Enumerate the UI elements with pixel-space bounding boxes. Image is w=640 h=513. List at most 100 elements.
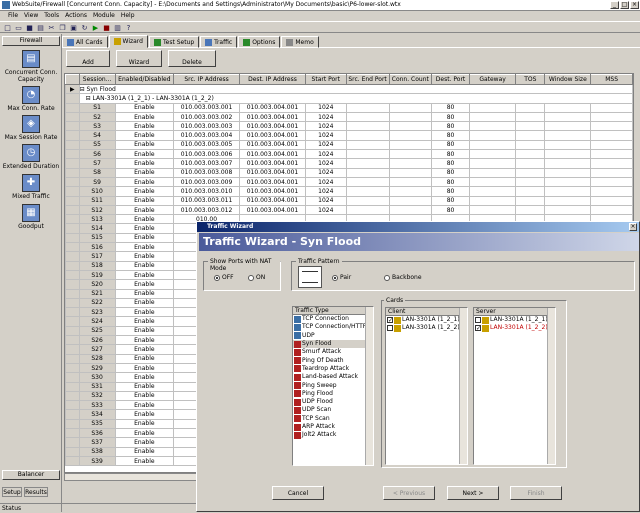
- table-cell[interactable]: 010.003.004.001: [239, 167, 306, 178]
- sidebar-item-extended-duration[interactable]: ◷ Extended Duration: [2, 144, 60, 170]
- table-cell[interactable]: 80: [431, 186, 470, 197]
- col-tos[interactable]: TOS: [515, 74, 546, 85]
- previous-button[interactable]: < Previous: [383, 486, 435, 500]
- table-row[interactable]: S9 Enable 010.003.003.009 010.003.004.001 10…: [65, 176, 633, 188]
- menu-view[interactable]: View: [24, 11, 38, 21]
- table-cell[interactable]: S17: [78, 251, 116, 262]
- table-cell[interactable]: S5: [78, 139, 116, 151]
- table-cell[interactable]: 1024: [304, 158, 347, 169]
- table-cell[interactable]: S16: [78, 242, 116, 253]
- table-cell[interactable]: 1024: [304, 149, 347, 160]
- table-cell[interactable]: [345, 176, 390, 188]
- table-cell[interactable]: S12: [78, 204, 116, 216]
- list-item[interactable]: UDP Scan: [293, 406, 373, 414]
- table-cell[interactable]: [345, 139, 390, 151]
- table-cell[interactable]: Enable: [114, 334, 175, 346]
- table-cell[interactable]: [345, 167, 390, 178]
- close-button[interactable]: ×: [630, 1, 639, 9]
- col-session[interactable]: Session...: [78, 74, 116, 85]
- table-cell[interactable]: 80: [431, 158, 470, 169]
- table-cell[interactable]: [468, 139, 517, 151]
- table-cell[interactable]: 010.003.004.001: [239, 130, 306, 141]
- tab-setup[interactable]: Setup: [2, 487, 22, 497]
- table-row[interactable]: S3 Enable 010.003.003.003 010.003.004.001 10…: [65, 121, 633, 132]
- checkbox[interactable]: [387, 325, 393, 332]
- table-cell[interactable]: Enable: [114, 102, 175, 113]
- menu-actions[interactable]: Actions: [65, 11, 87, 21]
- list-item[interactable]: Ping Of Death: [293, 356, 373, 365]
- table-cell[interactable]: [544, 176, 592, 188]
- table-cell[interactable]: [468, 158, 517, 169]
- table-cell[interactable]: Enable: [114, 418, 175, 430]
- table-cell[interactable]: 010.003.004.001: [239, 204, 306, 216]
- table-cell[interactable]: 1024: [304, 130, 347, 141]
- table-cell[interactable]: 80: [431, 149, 470, 160]
- col-mss[interactable]: MSS: [590, 74, 633, 85]
- table-cell[interactable]: [590, 167, 633, 178]
- col-dest-ip[interactable]: Dest. IP Address: [239, 74, 306, 85]
- cut-icon[interactable]: ✂: [47, 23, 56, 32]
- table-cell[interactable]: S23: [78, 307, 116, 318]
- table-cell[interactable]: Enable: [114, 149, 175, 160]
- table-cell[interactable]: Enable: [114, 288, 175, 299]
- list-item[interactable]: UDP: [293, 332, 373, 340]
- list-item[interactable]: Teardrop Attack: [293, 365, 373, 373]
- open-icon[interactable]: ▭: [14, 23, 23, 32]
- table-cell[interactable]: [544, 186, 592, 197]
- list-item[interactable]: TCP Connection/HTTP: [293, 323, 373, 331]
- table-cell[interactable]: [468, 186, 517, 197]
- table-cell[interactable]: [590, 149, 633, 160]
- table-cell[interactable]: Enable: [114, 390, 175, 402]
- col-src-ip[interactable]: Src. IP Address: [173, 74, 241, 85]
- table-cell[interactable]: [468, 204, 517, 216]
- table-cell[interactable]: Enable: [114, 446, 175, 457]
- table-cell[interactable]: [544, 158, 592, 169]
- table-cell[interactable]: Enable: [114, 381, 175, 392]
- card-item[interactable]: LAN-3301A (1_2_2): [386, 324, 467, 332]
- help-icon[interactable]: ?: [124, 23, 133, 32]
- list-item[interactable]: TCP Connection: [293, 315, 373, 323]
- table-cell[interactable]: 010.003.003.002: [173, 111, 241, 123]
- col-start-port[interactable]: Start Port: [304, 74, 347, 85]
- checkbox[interactable]: ✓: [475, 325, 481, 332]
- table-cell[interactable]: 80: [431, 111, 470, 123]
- table-cell[interactable]: [590, 102, 633, 113]
- table-cell[interactable]: [515, 121, 546, 132]
- client-list[interactable]: Client ✓ LAN-3301A (1_2_1) LAN-3301A (1_2_…: [385, 307, 468, 465]
- table-cell[interactable]: S3: [78, 121, 116, 132]
- list-item[interactable]: Jolt2 Attack: [293, 431, 373, 439]
- table-cell[interactable]: 010.003.003.003: [173, 121, 241, 132]
- pattern-backbone-radio[interactable]: Backbone: [384, 274, 422, 281]
- table-cell[interactable]: 80: [431, 176, 470, 188]
- col-enabled[interactable]: Enabled/Disabled: [114, 74, 175, 85]
- table-cell[interactable]: S15: [78, 232, 116, 244]
- table-row[interactable]: S8 Enable 010.003.003.008 010.003.004.001 10…: [65, 167, 633, 178]
- tab-options[interactable]: Options: [238, 36, 281, 48]
- table-row[interactable]: S10 Enable 010.003.003.010 010.003.004.001 1…: [65, 186, 633, 197]
- table-cell[interactable]: [590, 204, 633, 216]
- group-row[interactable]: ▶ ⊟ Syn Flood: [65, 83, 633, 95]
- table-cell[interactable]: [388, 121, 433, 132]
- table-cell[interactable]: S1: [78, 102, 116, 113]
- table-cell[interactable]: 010.003.004.001: [239, 158, 306, 169]
- table-cell[interactable]: [590, 130, 633, 141]
- table-cell[interactable]: [515, 204, 546, 216]
- table-cell[interactable]: 80: [431, 102, 470, 113]
- table-cell[interactable]: [515, 158, 546, 169]
- card-item[interactable]: LAN-3301A (1_2_1): [474, 316, 555, 324]
- table-cell[interactable]: [515, 149, 546, 160]
- table-cell[interactable]: Enable: [114, 297, 175, 309]
- table-cell[interactable]: [468, 176, 517, 188]
- card-item[interactable]: ✓ LAN-3301A (1_2_2): [474, 324, 555, 332]
- table-cell[interactable]: S13: [78, 214, 116, 225]
- table-cell[interactable]: S37: [78, 437, 116, 448]
- table-cell[interactable]: [345, 121, 390, 132]
- table-cell[interactable]: Enable: [114, 362, 175, 374]
- stop-icon[interactable]: ■: [102, 23, 111, 32]
- table-cell[interactable]: Enable: [114, 214, 175, 225]
- col-gateway[interactable]: Gateway: [468, 74, 517, 85]
- table-cell[interactable]: [388, 176, 433, 188]
- table-cell[interactable]: 1024: [304, 176, 347, 188]
- table-cell[interactable]: Enable: [114, 316, 175, 327]
- table-cell[interactable]: [388, 195, 433, 206]
